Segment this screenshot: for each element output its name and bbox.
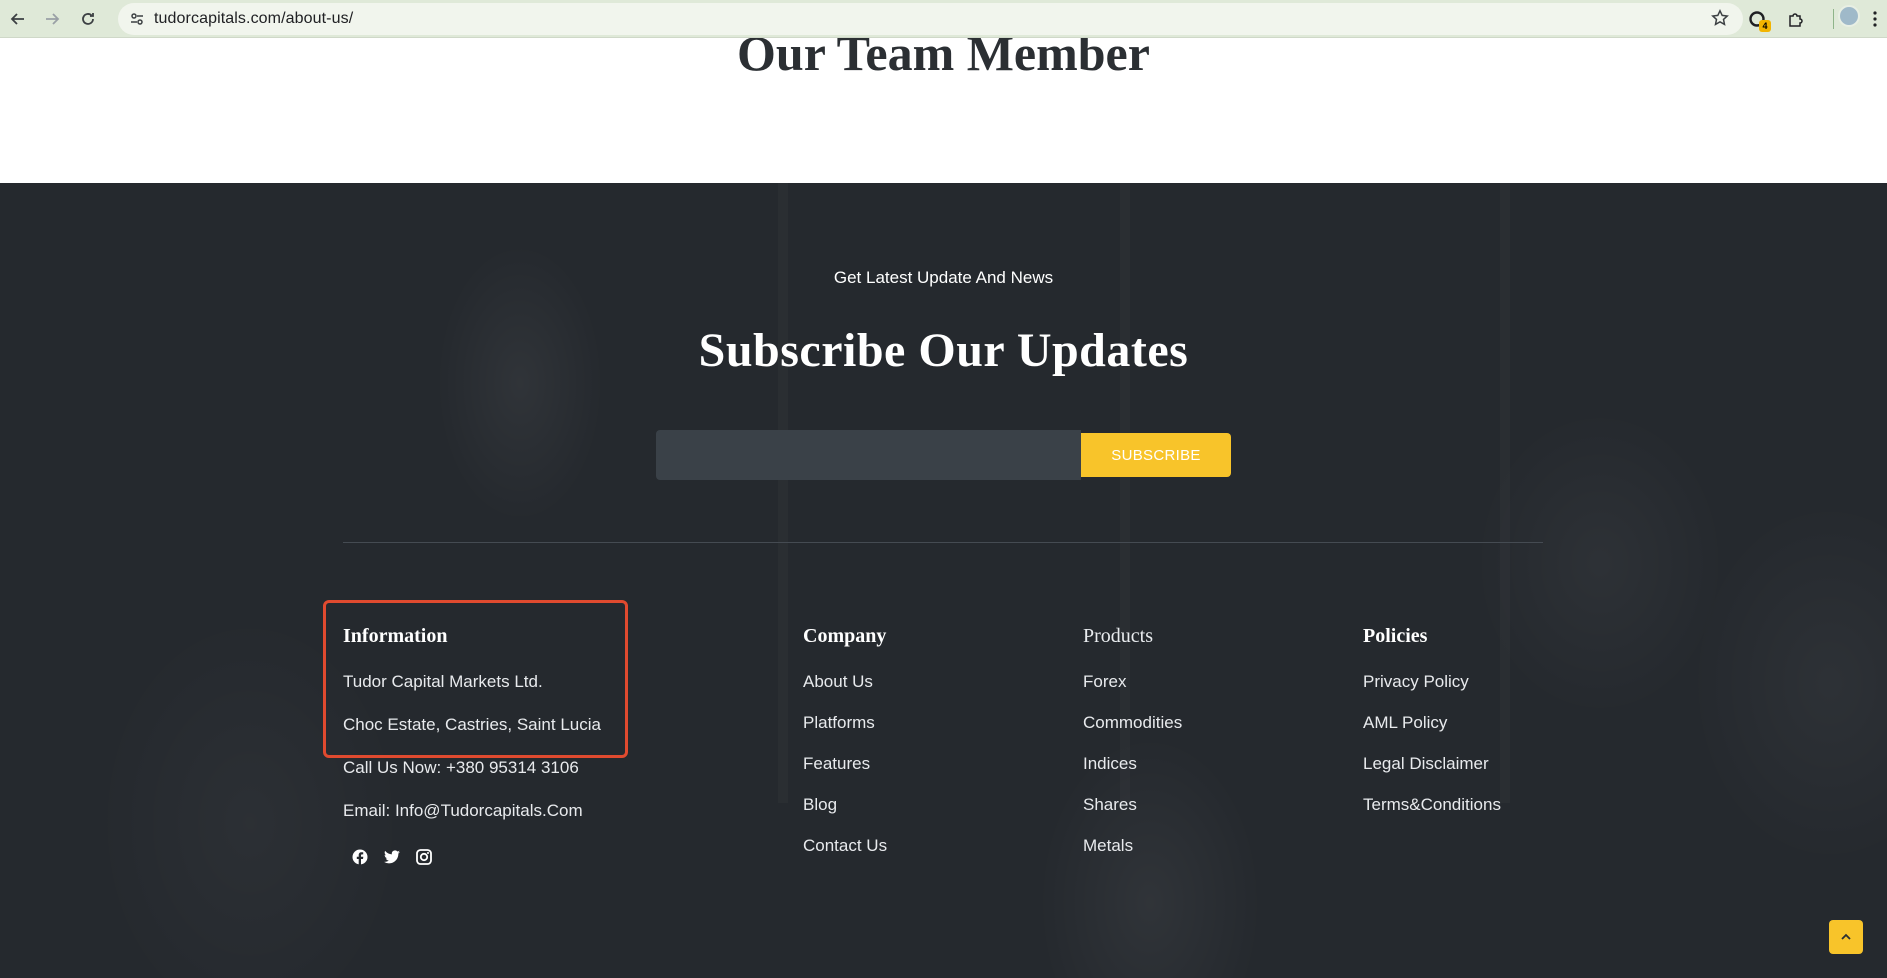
puzzle-extensions-icon[interactable] (1782, 5, 1810, 33)
policies-column: Policies Privacy Policy AML Policy Legal… (1363, 625, 1501, 834)
footer-link-features[interactable]: Features (803, 752, 887, 793)
footer-link-about-us[interactable]: About Us (803, 670, 887, 711)
twitter-icon[interactable] (382, 847, 402, 867)
products-title: Products (1083, 625, 1153, 647)
footer-link-terms-conditions[interactable]: Terms&Conditions (1363, 793, 1501, 834)
reload-icon[interactable] (74, 5, 102, 33)
url-text[interactable]: tudorcapitals.com/about-us/ (154, 10, 353, 28)
subscribe-form: SUBSCRIBE (656, 430, 1231, 480)
browser-toolbar: tudorcapitals.com/about-us/ 4 (0, 0, 1887, 38)
information-column: Information Tudor Capital Markets Ltd. C… (343, 625, 601, 842)
subscribe-button[interactable]: SUBSCRIBE (1081, 433, 1231, 477)
products-column: Products Forex Commodities Indices Share… (1083, 625, 1182, 875)
footer (0, 183, 1887, 978)
info-company: Tudor Capital Markets Ltd. (343, 672, 543, 691)
team-section: Our Team Member (0, 38, 1887, 183)
subscribe-email-input[interactable] (656, 430, 1081, 480)
footer-link-blog[interactable]: Blog (803, 793, 887, 834)
footer-link-platforms[interactable]: Platforms (803, 711, 887, 752)
address-bar[interactable]: tudorcapitals.com/about-us/ (118, 3, 1743, 35)
chevron-up-icon (1841, 933, 1851, 940)
forward-icon[interactable] (38, 5, 66, 33)
information-title: Information (343, 625, 448, 647)
footer-link-forex[interactable]: Forex (1083, 670, 1182, 711)
policies-title: Policies (1363, 625, 1428, 647)
extension-icon[interactable]: 4 (1744, 5, 1772, 33)
social-links (350, 847, 434, 867)
footer-link-contact-us[interactable]: Contact Us (803, 834, 887, 875)
instagram-icon[interactable] (414, 847, 434, 867)
scroll-to-top-button[interactable] (1829, 920, 1863, 954)
footer-link-privacy-policy[interactable]: Privacy Policy (1363, 670, 1501, 711)
info-email: Email: Info@Tudorcapitals.Com (343, 801, 583, 820)
facebook-icon[interactable] (350, 847, 370, 867)
footer-link-indices[interactable]: Indices (1083, 752, 1182, 793)
company-column: Company About Us Platforms Features Blog… (803, 625, 887, 875)
info-phone: Call Us Now: +380 95314 3106 (343, 758, 579, 777)
subscribe-headline: Subscribe Our Updates (698, 324, 1189, 377)
back-icon[interactable] (4, 5, 32, 33)
footer-link-aml-policy[interactable]: AML Policy (1363, 711, 1501, 752)
footer-divider (343, 542, 1543, 543)
footer-link-commodities[interactable]: Commodities (1083, 711, 1182, 752)
subscribe-kicker: Get Latest Update And News (833, 268, 1054, 287)
footer-link-shares[interactable]: Shares (1083, 793, 1182, 834)
company-title: Company (803, 625, 887, 647)
kebab-menu-icon[interactable] (1866, 5, 1884, 33)
site-info-icon[interactable] (126, 8, 148, 30)
footer-background-image (0, 183, 1887, 978)
toolbar-divider (1833, 9, 1834, 29)
footer-link-legal-disclaimer[interactable]: Legal Disclaimer (1363, 752, 1501, 793)
footer-link-metals[interactable]: Metals (1083, 834, 1182, 875)
team-section-title: Our Team Member (737, 38, 1150, 81)
profile-avatar[interactable] (1838, 5, 1860, 27)
extension-badge: 4 (1759, 20, 1771, 32)
bookmark-star-icon[interactable] (1711, 9, 1729, 32)
info-address: Choc Estate, Castries, Saint Lucia (343, 715, 601, 734)
